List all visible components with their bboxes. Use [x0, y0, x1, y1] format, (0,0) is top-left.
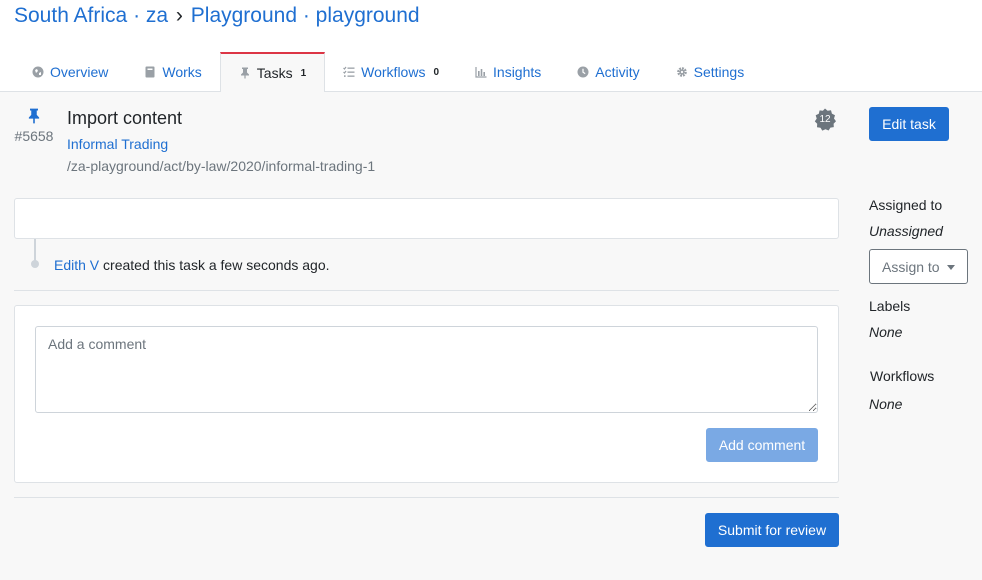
tab-label: Works	[162, 64, 202, 80]
task-number-column: #5658	[14, 108, 54, 144]
task-header: Import content Informal Trading /za-play…	[67, 108, 375, 174]
event-description: created this task a few seconds ago.	[103, 257, 330, 273]
tab-overview[interactable]: Overview	[14, 52, 126, 92]
timeline-dot	[31, 260, 39, 268]
tab-workflows[interactable]: Workflows 0	[325, 52, 457, 92]
tab-tasks[interactable]: Tasks 1	[219, 52, 326, 92]
submit-for-review-button[interactable]: Submit for review	[705, 513, 839, 547]
task-number: #5658	[14, 128, 54, 144]
breadcrumb-country-link[interactable]: South Africa · za	[14, 4, 168, 27]
tab-works[interactable]: Works	[126, 52, 219, 92]
tab-label: Tasks	[256, 65, 293, 81]
work-frbr-uri: /za-playground/act/by-law/2020/informal-…	[67, 158, 376, 174]
assigned-to-label: Assigned to	[869, 197, 943, 213]
divider	[14, 497, 839, 498]
breadcrumb-separator: ›	[175, 4, 183, 27]
tab-insights[interactable]: Insights	[457, 52, 559, 92]
pin-icon	[240, 67, 249, 79]
breadcrumb: South Africa · za › Playground · playgro…	[14, 4, 420, 28]
tab-settings[interactable]: Settings	[658, 52, 763, 92]
gear-icon	[676, 67, 687, 77]
task-title: Import content	[67, 108, 183, 128]
tab-label: Insights	[493, 64, 542, 80]
caret-down-icon	[947, 265, 955, 270]
edit-task-button[interactable]: Edit task	[869, 107, 949, 141]
add-comment-button[interactable]: Add comment	[706, 428, 818, 462]
place-tabs: Overview Works Tasks 1 Workflows 0 Insig…	[14, 52, 762, 92]
clock-icon	[577, 66, 589, 78]
tab-count-badge: 1	[300, 67, 307, 79]
tab-activity[interactable]: Activity	[559, 52, 657, 92]
tab-label: Workflows	[361, 64, 426, 80]
work-title-link[interactable]: Informal Trading	[67, 136, 168, 152]
task-detail: #5658 Import content Informal Trading /z…	[0, 92, 982, 580]
task-description	[14, 198, 839, 239]
task-count-badge: 12	[813, 108, 837, 132]
tab-label: Overview	[50, 64, 109, 80]
workflows-value: None	[869, 396, 903, 412]
globe-icon	[32, 66, 44, 78]
assign-to-label: Assign to	[882, 258, 940, 275]
book-icon	[145, 66, 155, 78]
chart-bar-icon	[475, 67, 487, 78]
tab-label: Settings	[693, 64, 745, 80]
comment-form: Add comment	[14, 305, 839, 483]
assign-to-dropdown[interactable]: Assign to	[869, 249, 968, 284]
breadcrumb-place-link[interactable]: Playground · playground	[191, 4, 420, 27]
labels-label: Labels	[869, 298, 911, 314]
event-user-link[interactable]: Edith V	[54, 257, 99, 273]
labels-value: None	[869, 324, 903, 340]
comment-input[interactable]	[35, 326, 818, 413]
badge-count: 12	[819, 114, 831, 125]
tasks-list-icon	[343, 66, 355, 77]
tab-count-badge: 0	[433, 66, 440, 78]
tab-label: Activity	[595, 64, 640, 80]
divider	[14, 290, 839, 291]
timeline-event: Edith V created this task a few seconds …	[54, 257, 330, 273]
page-header: South Africa · za › Playground · playgro…	[0, 0, 982, 92]
pin-icon	[28, 108, 40, 124]
workflows-label: Workflows	[870, 368, 935, 384]
assignee-value: Unassigned	[869, 223, 943, 239]
